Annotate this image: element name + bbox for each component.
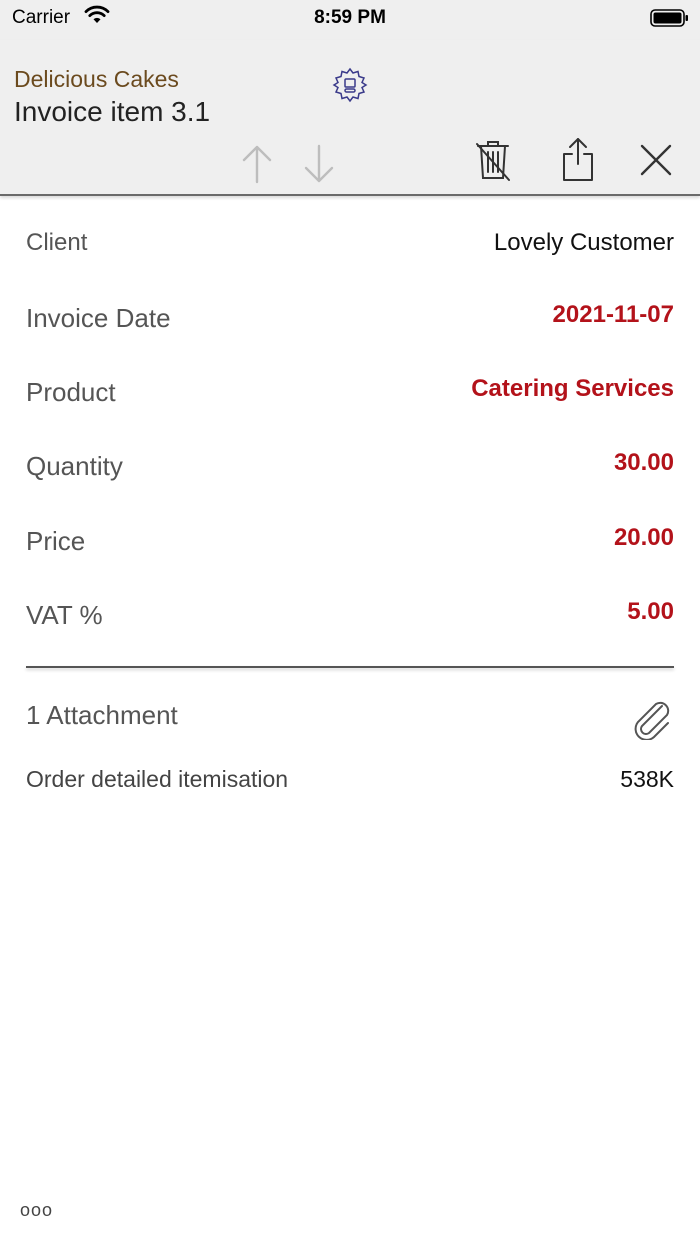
field-row-price[interactable]: Price 20.00 <box>26 524 674 564</box>
field-label: Invoice Date <box>26 303 171 333</box>
field-row-vat[interactable]: VAT % 5.00 <box>26 598 674 638</box>
paperclip-icon[interactable] <box>632 700 674 740</box>
header-toolbar: Delicious Cakes Invoice item 3.1 <box>0 40 700 196</box>
trash-icon[interactable] <box>474 138 512 182</box>
field-label: Product <box>26 377 116 407</box>
field-row-client[interactable]: Client Lovely Customer <box>26 227 674 263</box>
vat-value[interactable]: 5.00 <box>627 598 674 626</box>
more-options-button[interactable]: ooo <box>20 1200 53 1221</box>
quantity-value[interactable]: 30.00 <box>614 449 674 477</box>
settings-gear-icon[interactable] <box>331 66 369 104</box>
field-label: Client <box>26 229 88 256</box>
section-divider <box>26 666 674 668</box>
attachment-name[interactable]: Order detailed itemisation <box>26 766 288 793</box>
attachment-size: 538K <box>620 766 674 792</box>
company-name: Delicious Cakes <box>14 66 179 92</box>
page-title: Invoice item 3.1 <box>14 96 211 127</box>
field-label: VAT % <box>26 600 103 630</box>
arrow-up-icon[interactable] <box>240 144 274 184</box>
field-row-quantity[interactable]: Quantity 30.00 <box>26 449 674 489</box>
invoice-date-value[interactable]: 2021-11-07 <box>553 301 674 329</box>
battery-icon <box>650 9 688 27</box>
product-value[interactable]: Catering Services <box>471 375 674 403</box>
field-row-invoice-date[interactable]: Invoice Date 2021-11-07 <box>26 301 674 341</box>
share-icon[interactable] <box>560 136 596 182</box>
status-time: 8:59 PM <box>314 7 386 28</box>
client-value[interactable]: Lovely Customer <box>494 229 674 257</box>
attachment-count: 1 Attachment <box>26 700 178 730</box>
field-row-product[interactable]: Product Catering Services <box>26 375 674 415</box>
price-value[interactable]: 20.00 <box>614 524 674 552</box>
field-label: Price <box>26 526 86 556</box>
status-bar: Carrier 8:59 PM <box>0 0 700 40</box>
arrow-down-icon[interactable] <box>302 144 336 184</box>
field-label: Quantity <box>26 451 123 481</box>
close-icon[interactable] <box>638 142 674 178</box>
